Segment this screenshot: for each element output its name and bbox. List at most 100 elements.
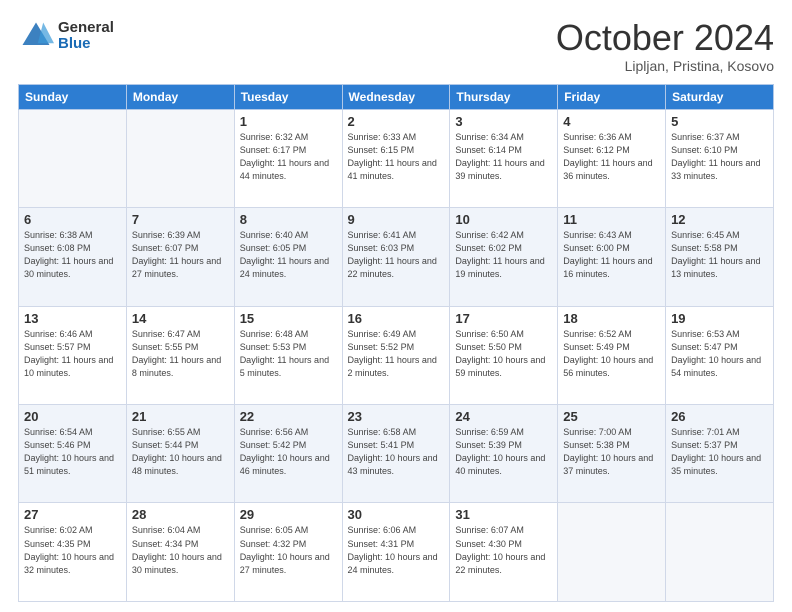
day-info: Sunrise: 6:59 AMSunset: 5:39 PMDaylight:… xyxy=(455,426,552,478)
calendar-row-3: 13 Sunrise: 6:46 AMSunset: 5:57 PMDayligh… xyxy=(19,306,774,404)
day-info: Sunrise: 6:49 AMSunset: 5:52 PMDaylight:… xyxy=(348,328,445,380)
calendar-row-4: 20 Sunrise: 6:54 AMSunset: 5:46 PMDayligh… xyxy=(19,405,774,503)
day-number: 15 xyxy=(240,311,337,326)
logo-text: General Blue xyxy=(58,20,114,53)
weekday-header-row: Sunday Monday Tuesday Wednesday Thursday… xyxy=(19,84,774,109)
calendar-cell: 17Sunrise: 6:50 AMSunset: 5:50 PMDayligh… xyxy=(450,306,558,404)
calendar-table: Sunday Monday Tuesday Wednesday Thursday… xyxy=(18,84,774,602)
day-number: 18 xyxy=(563,311,660,326)
day-number: 26 xyxy=(671,409,768,424)
calendar-cell: 22 Sunrise: 6:56 AMSunset: 5:42 PMDayligh… xyxy=(234,405,342,503)
header-thursday: Thursday xyxy=(450,84,558,109)
calendar-cell: 12 Sunrise: 6:45 AMSunset: 5:58 PMDayligh… xyxy=(666,208,774,306)
calendar-cell: 28Sunrise: 6:04 AMSunset: 4:34 PMDayligh… xyxy=(126,503,234,602)
day-info: Sunrise: 6:32 AMSunset: 6:17 PMDaylight:… xyxy=(240,131,337,183)
day-number: 8 xyxy=(240,212,337,227)
header-friday: Friday xyxy=(558,84,666,109)
day-number: 30 xyxy=(348,507,445,522)
calendar-cell: 11Sunrise: 6:43 AMSunset: 6:00 PMDayligh… xyxy=(558,208,666,306)
calendar-cell xyxy=(558,503,666,602)
day-info: Sunrise: 6:45 AMSunset: 5:58 PMDaylight:… xyxy=(671,229,768,281)
day-info: Sunrise: 6:02 AMSunset: 4:35 PMDaylight:… xyxy=(24,524,121,576)
calendar-cell: 5Sunrise: 6:37 AMSunset: 6:10 PMDaylight… xyxy=(666,109,774,207)
day-number: 20 xyxy=(24,409,121,424)
day-number: 17 xyxy=(455,311,552,326)
calendar-cell: 15 Sunrise: 6:48 AMSunset: 5:53 PMDayligh… xyxy=(234,306,342,404)
day-info: Sunrise: 6:43 AMSunset: 6:00 PMDaylight:… xyxy=(563,229,660,281)
title-block: October 2024 Lipljan, Pristina, Kosovo xyxy=(556,18,774,74)
day-number: 7 xyxy=(132,212,229,227)
day-number: 6 xyxy=(24,212,121,227)
calendar-cell: 6Sunrise: 6:38 AMSunset: 6:08 PMDaylight… xyxy=(19,208,127,306)
header: General Blue October 2024 Lipljan, Prist… xyxy=(18,18,774,74)
day-number: 4 xyxy=(563,114,660,129)
day-number: 28 xyxy=(132,507,229,522)
day-info: Sunrise: 6:54 AMSunset: 5:46 PMDaylight:… xyxy=(24,426,121,478)
header-tuesday: Tuesday xyxy=(234,84,342,109)
day-info: Sunrise: 6:48 AMSunset: 5:53 PMDaylight:… xyxy=(240,328,337,380)
day-number: 5 xyxy=(671,114,768,129)
calendar-cell: 2Sunrise: 6:33 AMSunset: 6:15 PMDaylight… xyxy=(342,109,450,207)
day-number: 23 xyxy=(348,409,445,424)
calendar-cell: 30 Sunrise: 6:06 AMSunset: 4:31 PMDayligh… xyxy=(342,503,450,602)
day-info: Sunrise: 6:07 AMSunset: 4:30 PMDaylight:… xyxy=(455,524,552,576)
day-info: Sunrise: 6:06 AMSunset: 4:31 PMDaylight:… xyxy=(348,524,445,576)
day-info: Sunrise: 6:52 AMSunset: 5:49 PMDaylight:… xyxy=(563,328,660,380)
day-info: Sunrise: 6:47 AMSunset: 5:55 PMDaylight:… xyxy=(132,328,229,380)
day-info: Sunrise: 6:33 AMSunset: 6:15 PMDaylight:… xyxy=(348,131,445,183)
day-info: Sunrise: 6:53 AMSunset: 5:47 PMDaylight:… xyxy=(671,328,768,380)
logo-icon xyxy=(18,18,54,54)
logo-general: General xyxy=(58,20,114,37)
day-number: 29 xyxy=(240,507,337,522)
calendar-cell: 23Sunrise: 6:58 AMSunset: 5:41 PMDayligh… xyxy=(342,405,450,503)
day-number: 3 xyxy=(455,114,552,129)
calendar-cell: 18 Sunrise: 6:52 AMSunset: 5:49 PMDayligh… xyxy=(558,306,666,404)
calendar-row-5: 27Sunrise: 6:02 AMSunset: 4:35 PMDayligh… xyxy=(19,503,774,602)
calendar-cell: 16Sunrise: 6:49 AMSunset: 5:52 PMDayligh… xyxy=(342,306,450,404)
location: Lipljan, Pristina, Kosovo xyxy=(556,58,774,74)
day-info: Sunrise: 7:01 AMSunset: 5:37 PMDaylight:… xyxy=(671,426,768,478)
calendar-cell: 31 Sunrise: 6:07 AMSunset: 4:30 PMDayligh… xyxy=(450,503,558,602)
calendar-cell: 19 Sunrise: 6:53 AMSunset: 5:47 PMDayligh… xyxy=(666,306,774,404)
day-number: 12 xyxy=(671,212,768,227)
calendar-cell: 7Sunrise: 6:39 AMSunset: 6:07 PMDaylight… xyxy=(126,208,234,306)
calendar-cell: 27Sunrise: 6:02 AMSunset: 4:35 PMDayligh… xyxy=(19,503,127,602)
calendar-cell: 26 Sunrise: 7:01 AMSunset: 5:37 PMDayligh… xyxy=(666,405,774,503)
logo: General Blue xyxy=(18,18,114,54)
calendar-cell: 4 Sunrise: 6:36 AMSunset: 6:12 PMDaylight… xyxy=(558,109,666,207)
day-info: Sunrise: 6:34 AMSunset: 6:14 PMDaylight:… xyxy=(455,131,552,183)
header-wednesday: Wednesday xyxy=(342,84,450,109)
calendar-cell: 8 Sunrise: 6:40 AMSunset: 6:05 PMDaylight… xyxy=(234,208,342,306)
day-number: 9 xyxy=(348,212,445,227)
calendar-cell: 13 Sunrise: 6:46 AMSunset: 5:57 PMDayligh… xyxy=(19,306,127,404)
day-number: 1 xyxy=(240,114,337,129)
day-info: Sunrise: 6:46 AMSunset: 5:57 PMDaylight:… xyxy=(24,328,121,380)
day-info: Sunrise: 6:05 AMSunset: 4:32 PMDaylight:… xyxy=(240,524,337,576)
day-number: 21 xyxy=(132,409,229,424)
day-number: 22 xyxy=(240,409,337,424)
header-sunday: Sunday xyxy=(19,84,127,109)
calendar-cell: 14 Sunrise: 6:47 AMSunset: 5:55 PMDayligh… xyxy=(126,306,234,404)
header-saturday: Saturday xyxy=(666,84,774,109)
day-number: 24 xyxy=(455,409,552,424)
day-number: 10 xyxy=(455,212,552,227)
calendar-cell: 24 Sunrise: 6:59 AMSunset: 5:39 PMDayligh… xyxy=(450,405,558,503)
calendar-cell xyxy=(19,109,127,207)
day-info: Sunrise: 6:42 AMSunset: 6:02 PMDaylight:… xyxy=(455,229,552,281)
calendar-cell xyxy=(666,503,774,602)
calendar-row-2: 6Sunrise: 6:38 AMSunset: 6:08 PMDaylight… xyxy=(19,208,774,306)
logo-blue: Blue xyxy=(58,36,114,53)
calendar-cell: 1 Sunrise: 6:32 AMSunset: 6:17 PMDaylight… xyxy=(234,109,342,207)
calendar-cell: 29 Sunrise: 6:05 AMSunset: 4:32 PMDayligh… xyxy=(234,503,342,602)
day-number: 19 xyxy=(671,311,768,326)
calendar-cell: 20 Sunrise: 6:54 AMSunset: 5:46 PMDayligh… xyxy=(19,405,127,503)
day-number: 13 xyxy=(24,311,121,326)
day-info: Sunrise: 6:36 AMSunset: 6:12 PMDaylight:… xyxy=(563,131,660,183)
day-info: Sunrise: 6:56 AMSunset: 5:42 PMDaylight:… xyxy=(240,426,337,478)
calendar-cell xyxy=(126,109,234,207)
day-number: 31 xyxy=(455,507,552,522)
day-number: 14 xyxy=(132,311,229,326)
day-info: Sunrise: 6:40 AMSunset: 6:05 PMDaylight:… xyxy=(240,229,337,281)
page: General Blue October 2024 Lipljan, Prist… xyxy=(0,0,792,612)
day-info: Sunrise: 7:00 AMSunset: 5:38 PMDaylight:… xyxy=(563,426,660,478)
